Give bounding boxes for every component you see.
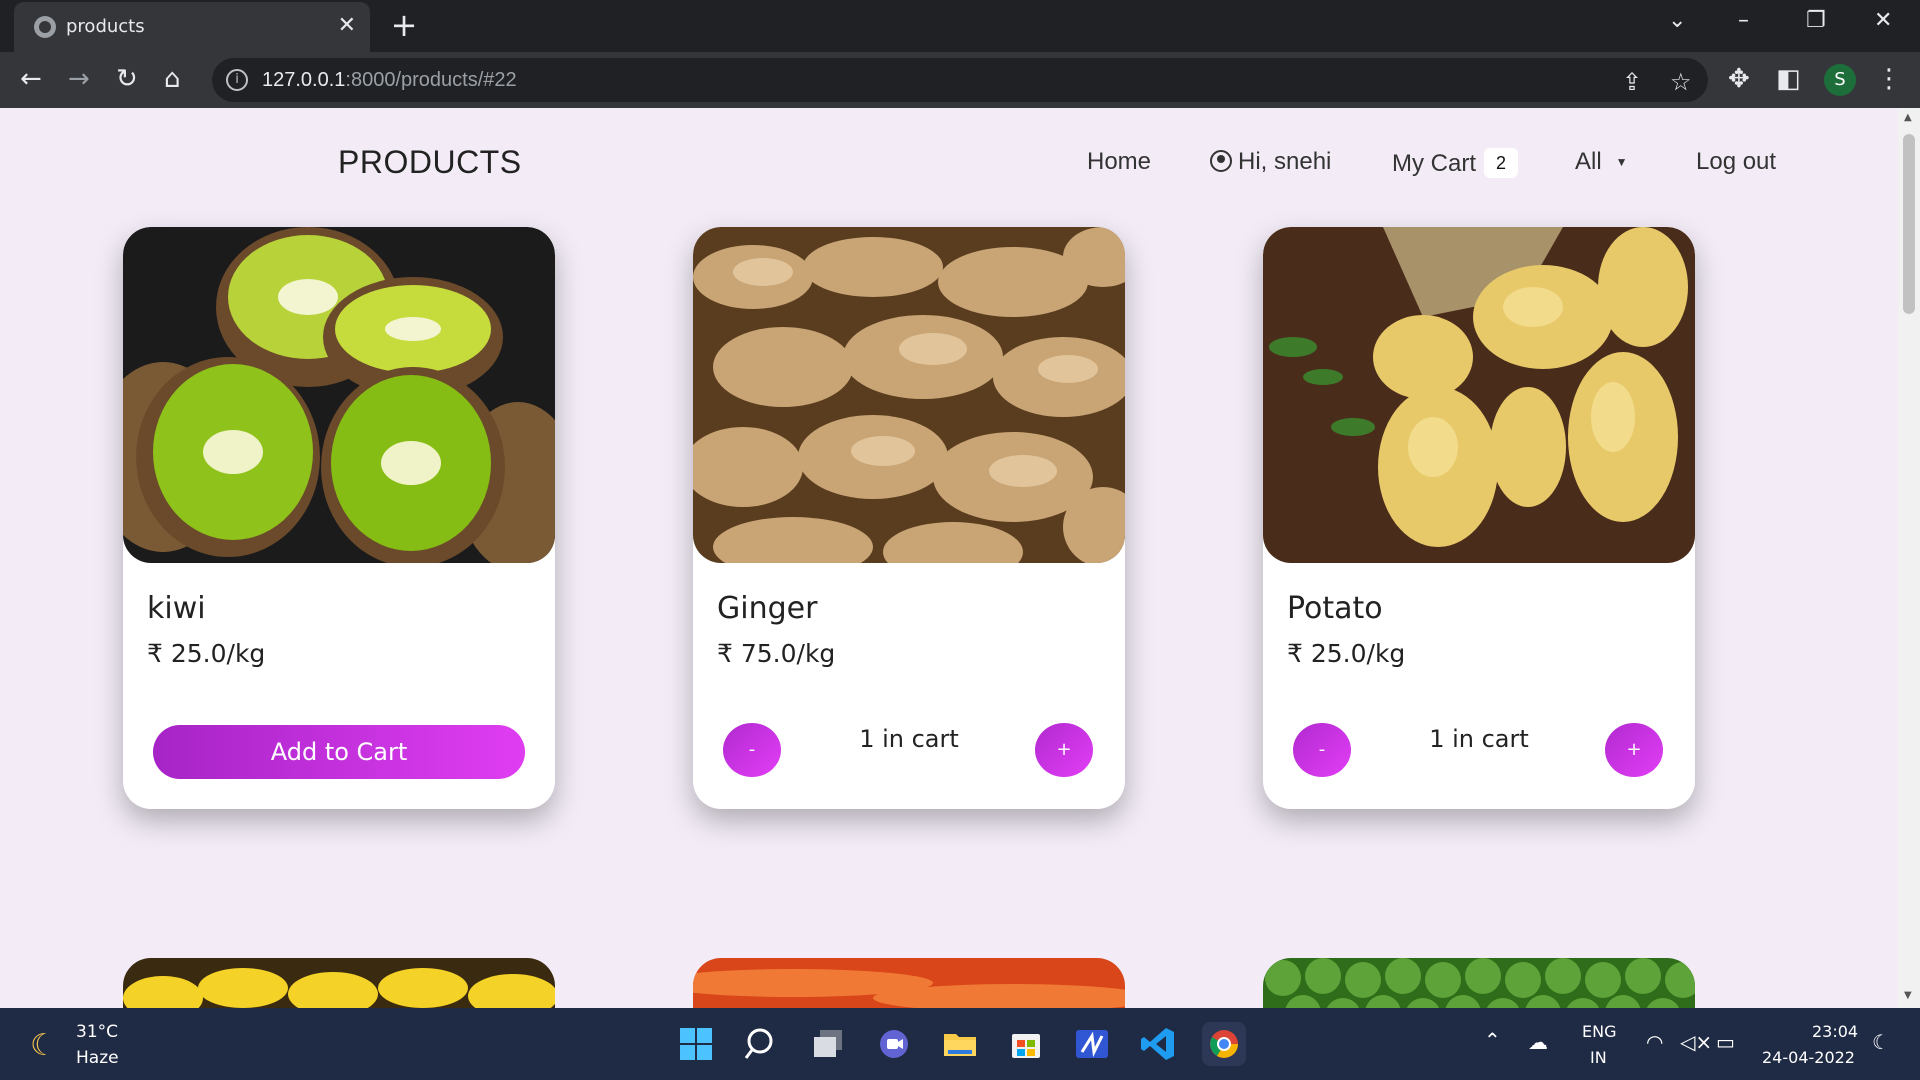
tab-search-icon[interactable]: ⌄ xyxy=(1668,8,1686,33)
file-explorer-icon[interactable] xyxy=(938,1022,982,1066)
menu-icon[interactable]: ⋮ xyxy=(1876,64,1902,94)
bookmark-star-icon[interactable]: ☆ xyxy=(1670,68,1692,96)
language-bottom[interactable]: IN xyxy=(1590,1048,1607,1067)
app-icon[interactable] xyxy=(1070,1022,1114,1066)
product-card-ginger: Ginger ₹ 75.0/kg - 1 in cart + xyxy=(693,227,1125,809)
nav-cart-link[interactable]: My Cart 2 xyxy=(1392,148,1518,178)
product-name: Ginger xyxy=(717,591,818,626)
product-price: ₹ 75.0/kg xyxy=(717,639,836,668)
product-price: ₹ 25.0/kg xyxy=(1287,639,1406,668)
product-image-carrot xyxy=(693,958,1125,1008)
share-icon[interactable]: ⇪ xyxy=(1622,68,1642,96)
nav-user[interactable]: Hi, snehi xyxy=(1210,148,1331,176)
extensions-icon[interactable]: ✥ xyxy=(1728,64,1750,94)
battery-icon[interactable]: ▭ xyxy=(1716,1030,1735,1054)
back-icon[interactable]: ← xyxy=(20,64,42,94)
nav-home-link[interactable]: Home xyxy=(1087,148,1151,176)
add-to-cart-button[interactable]: Add to Cart xyxy=(153,725,525,779)
globe-icon xyxy=(34,16,56,38)
product-image-kiwi xyxy=(123,227,555,563)
user-icon xyxy=(1210,150,1232,172)
category-dropdown[interactable]: All ▼ xyxy=(1575,148,1628,176)
page-content: PRODUCTS Home Hi, snehi My Cart 2 All ▼ Lo… xyxy=(0,108,1898,1008)
product-price: ₹ 25.0/kg xyxy=(147,639,266,668)
speaker-muted-icon[interactable]: ◁× xyxy=(1680,1030,1712,1054)
clock-time[interactable]: 23:04 xyxy=(1812,1022,1858,1041)
wifi-icon[interactable]: ◠ xyxy=(1646,1030,1663,1054)
show-hidden-icons-chevron[interactable]: ⌃ xyxy=(1484,1028,1501,1052)
home-icon[interactable]: ⌂ xyxy=(164,64,181,94)
windows-taskbar: ☾ 31°C Haze ⌃ ☁ ENG IN ◠ ◁× ▭ 23:04 24-0… xyxy=(0,1008,1920,1080)
product-image-potato xyxy=(1263,227,1695,563)
product-image-banana xyxy=(123,958,555,1008)
scroll-down-icon[interactable]: ▼ xyxy=(1904,990,1912,1001)
tab-title: products xyxy=(66,16,145,37)
browser-toolbar: ← → ↻ ⌂ i 127.0.0.1:8000/products/#22 ⇪ … xyxy=(0,52,1920,108)
onedrive-icon[interactable]: ☁ xyxy=(1528,1030,1548,1054)
focus-assist-icon[interactable]: ☾ xyxy=(1872,1030,1890,1054)
page-title: PRODUCTS xyxy=(338,144,522,180)
microsoft-store-icon[interactable] xyxy=(1004,1022,1048,1066)
weather-temperature[interactable]: 31°C xyxy=(76,1022,118,1042)
increase-quantity-button[interactable]: + xyxy=(1605,723,1663,777)
product-card-kiwi: kiwi ₹ 25.0/kg Add to Cart xyxy=(123,227,555,809)
language-top[interactable]: ENG xyxy=(1582,1022,1616,1041)
address-bar[interactable]: i 127.0.0.1:8000/products/#22 ⇪ ☆ xyxy=(212,58,1708,102)
nav-logout-link[interactable]: Log out xyxy=(1696,148,1776,176)
minimize-icon[interactable]: – xyxy=(1738,8,1749,33)
start-icon[interactable] xyxy=(674,1022,718,1066)
close-window-icon[interactable]: ✕ xyxy=(1874,8,1892,33)
product-image-peas xyxy=(1263,958,1695,1008)
product-name: Potato xyxy=(1287,591,1383,626)
moon-weather-icon[interactable]: ☾ xyxy=(30,1028,57,1063)
product-name: kiwi xyxy=(147,591,206,626)
weather-description[interactable]: Haze xyxy=(76,1048,119,1068)
chrome-icon[interactable] xyxy=(1202,1022,1246,1066)
product-image-ginger xyxy=(693,227,1125,563)
restore-icon[interactable]: ❐ xyxy=(1806,8,1826,33)
clock-date[interactable]: 24-04-2022 xyxy=(1762,1048,1855,1067)
vscode-icon[interactable] xyxy=(1136,1022,1180,1066)
side-panel-icon[interactable]: ◧ xyxy=(1776,64,1801,94)
page-scrollbar[interactable]: ▲ ▼ xyxy=(1898,108,1920,1008)
increase-quantity-button[interactable]: + xyxy=(1035,723,1093,777)
new-tab-button[interactable]: + xyxy=(384,6,424,46)
task-view-icon[interactable] xyxy=(806,1022,850,1066)
profile-avatar[interactable]: S xyxy=(1824,64,1856,96)
teams-chat-icon[interactable] xyxy=(872,1022,916,1066)
forward-icon[interactable]: → xyxy=(68,64,90,94)
search-icon[interactable] xyxy=(740,1022,784,1066)
browser-tab[interactable]: products ✕ xyxy=(14,2,370,52)
reload-icon[interactable]: ↻ xyxy=(116,64,138,94)
browser-tab-bar: products ✕ + ⌄ – ❐ ✕ xyxy=(0,0,1920,52)
product-card-potato: Potato ₹ 25.0/kg - 1 in cart + xyxy=(1263,227,1695,809)
site-info-icon[interactable]: i xyxy=(226,69,248,91)
scroll-up-icon[interactable]: ▲ xyxy=(1904,112,1912,123)
scrollbar-thumb[interactable] xyxy=(1903,134,1915,314)
url-text: 127.0.0.1:8000/products/#22 xyxy=(262,69,517,91)
close-tab-icon[interactable]: ✕ xyxy=(338,12,356,40)
cart-count-badge: 2 xyxy=(1484,148,1518,178)
caret-down-icon: ▼ xyxy=(1615,155,1628,169)
